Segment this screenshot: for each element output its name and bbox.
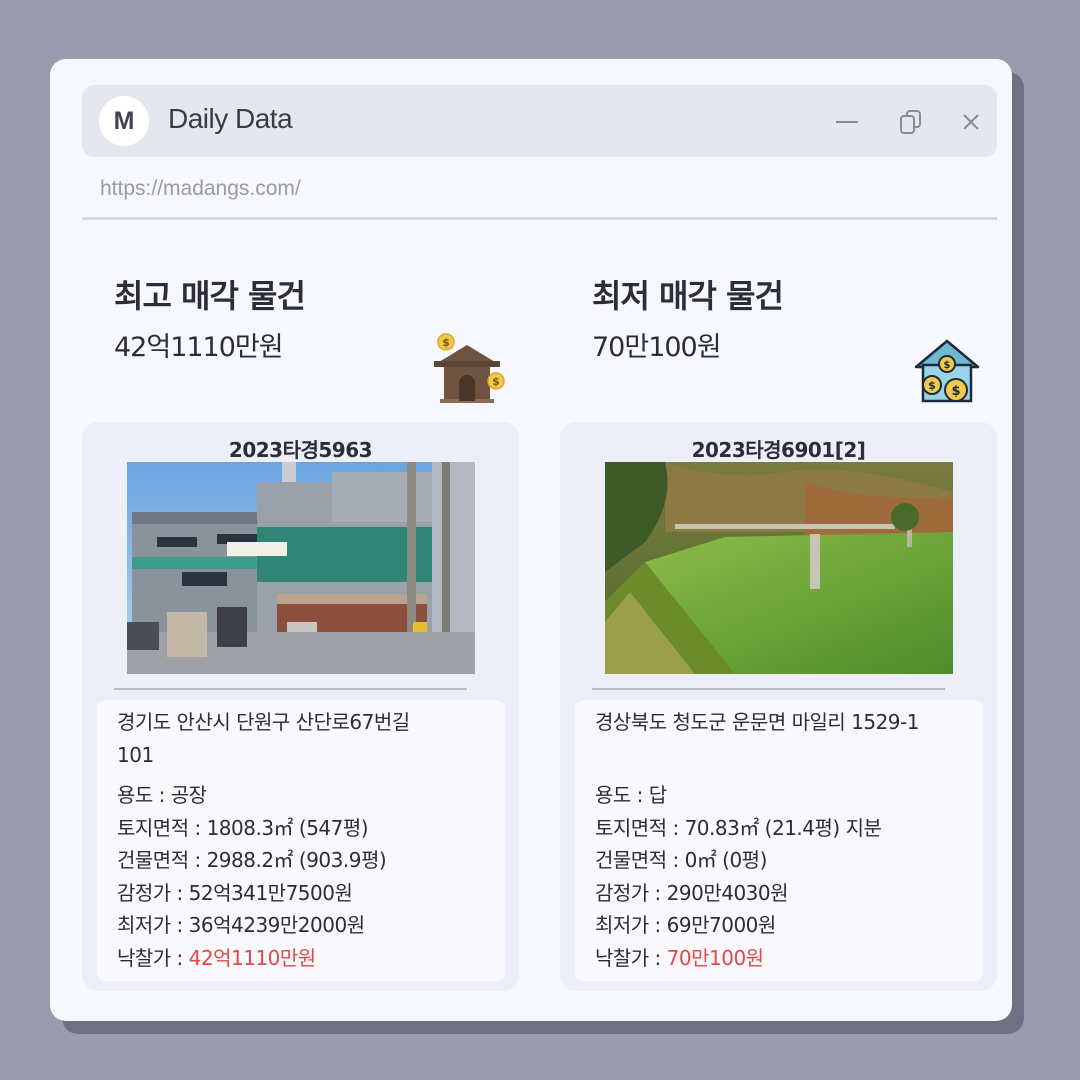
svg-text:$: $ xyxy=(944,360,951,371)
lowest-heading: 최저 매각 물건 xyxy=(592,277,784,315)
card-divider xyxy=(592,688,945,690)
copy-window-icon xyxy=(900,110,921,134)
lowest-price: 70만100원 xyxy=(592,332,722,363)
case-number: 2023타경6901[2] xyxy=(691,438,866,462)
property-details: 경기도 안산시 단원구 산단로67번길 101 용도 : 공장 토지면적 : 1… xyxy=(97,700,505,981)
appraisal-row: 감정가 : 290만4030원 xyxy=(595,880,789,905)
svg-text:$: $ xyxy=(928,379,936,392)
app-window: M Daily Data https://madangs.com/ 최고 매각 … xyxy=(50,59,1012,1021)
case-number: 2023타경5963 xyxy=(228,438,373,462)
svg-text:$: $ xyxy=(442,336,450,349)
svg-text:$: $ xyxy=(492,375,500,388)
appraisal-row: 감정가 : 52억341만7500원 xyxy=(117,880,353,905)
minimize-icon xyxy=(836,121,858,123)
grass-field-photo xyxy=(605,462,953,674)
title-bar: M Daily Data xyxy=(82,85,997,157)
winning-bid-row: 낙찰가 : 70만100원 xyxy=(595,945,764,970)
winning-bid: 70만100원 xyxy=(666,945,764,970)
url-text[interactable]: https://madangs.com/ xyxy=(100,177,301,201)
building-area-row: 건물면적 : 2988.2㎡ (903.9평) xyxy=(117,848,387,872)
usage-row: 용도 : 답 xyxy=(595,783,667,807)
winning-bid-row: 낙찰가 : 42억1110만원 xyxy=(117,945,317,970)
restore-button[interactable] xyxy=(896,107,926,137)
house-money-icon: $ $ xyxy=(430,331,510,409)
svg-text:$: $ xyxy=(951,384,960,399)
house-coins-icon: $ $ $ xyxy=(912,337,982,409)
address: 경상북도 청도군 운문면 마일리 1529-1 xyxy=(595,710,919,734)
close-button[interactable] xyxy=(956,107,986,137)
winning-bid: 42억1110만원 xyxy=(188,945,317,970)
highest-price: 42억1110만원 xyxy=(114,332,284,363)
address: 경기도 안산시 단원구 산단로67번길 101 xyxy=(117,710,410,767)
property-details: 경상북도 청도군 운문면 마일리 1529-1 용도 : 답 토지면적 : 70… xyxy=(575,700,983,981)
card-divider xyxy=(114,688,467,690)
highest-property-card[interactable]: 2023타경5963 경기도 안산시 단원구 산단로67번길 101 용도: … xyxy=(82,422,519,991)
minimize-button[interactable] xyxy=(832,107,862,137)
highest-heading: 최고 매각 물건 xyxy=(114,277,306,315)
factory-building-photo xyxy=(127,462,475,674)
header-divider xyxy=(82,217,997,220)
close-icon xyxy=(963,114,979,130)
app-logo: M xyxy=(99,96,149,146)
land-area-row: 토지면적 : 70.83㎡ (21.4평) 지분 xyxy=(595,815,882,840)
lowest-property-card[interactable]: 2023타경6901[2] 경상북도 청도군 운문면 마일리 1529-1 용도… xyxy=(560,422,997,991)
land-area-row: 토지면적 : 1808.3㎡ (547평) xyxy=(117,815,369,840)
minimum-price-row: 최저가 : 69만7000원 xyxy=(595,913,776,937)
minimum-price-row: 최저가 : 36억4239만2000원 xyxy=(117,913,365,937)
usage-row: 용도 : 공장 xyxy=(117,783,207,807)
app-title: Daily Data xyxy=(168,103,293,134)
building-area-row: 건물면적 : 0㎡ (0평) xyxy=(595,848,767,872)
